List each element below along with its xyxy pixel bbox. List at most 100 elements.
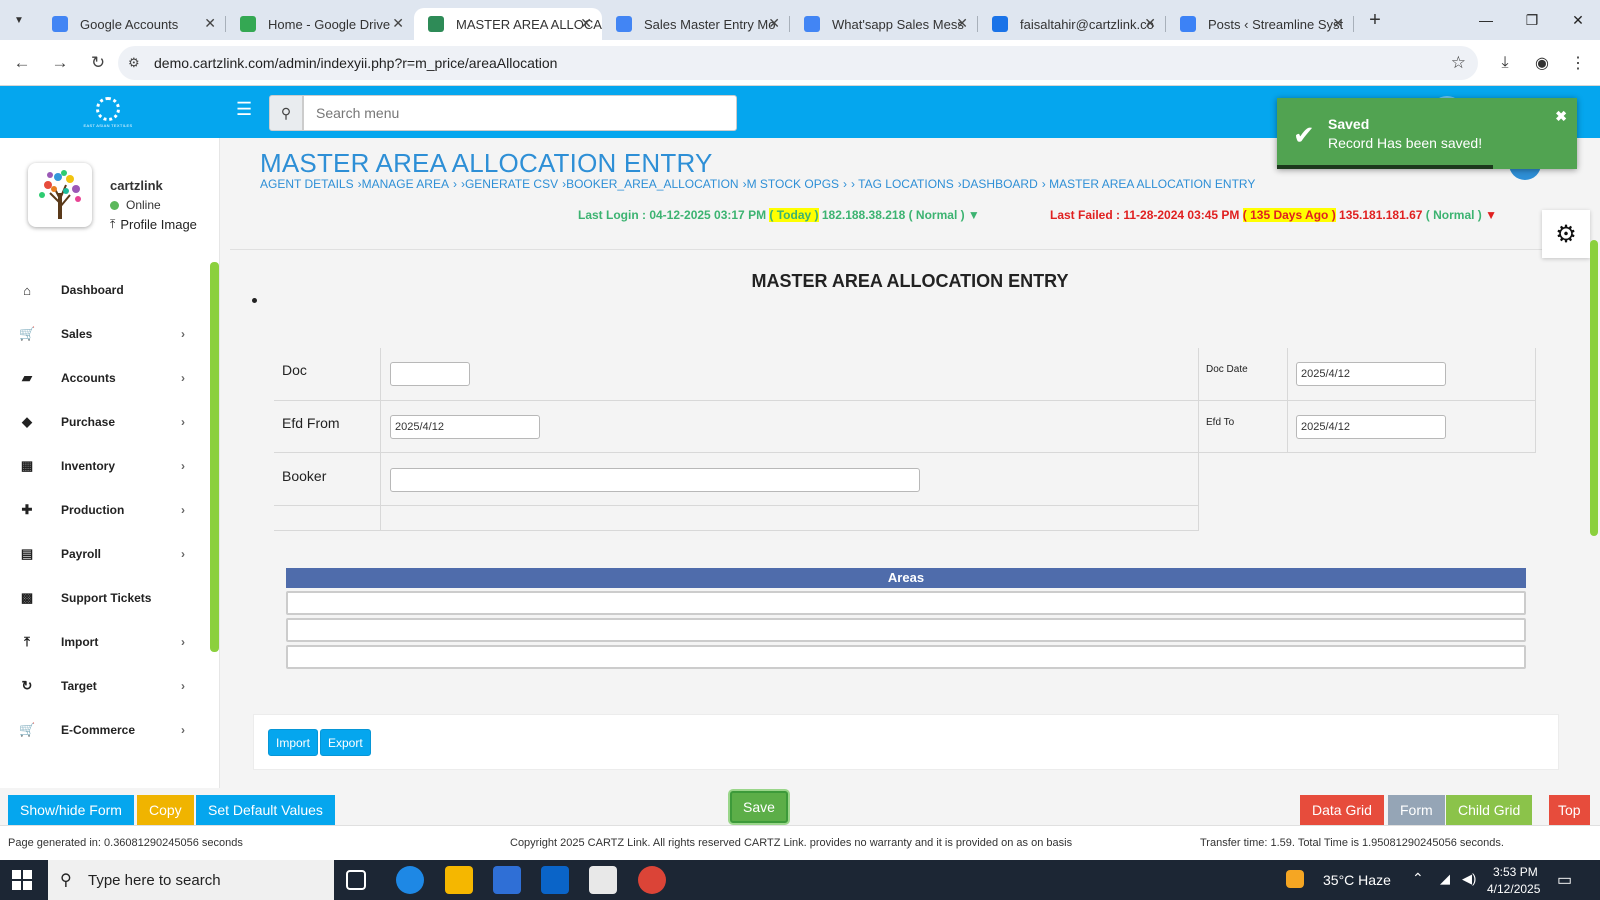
toast-close-icon[interactable]: ✖ — [1555, 108, 1567, 125]
edge-icon[interactable] — [396, 866, 424, 894]
tab-close-icon[interactable]: ✕ — [580, 15, 592, 32]
windows-start-icon[interactable] — [12, 870, 32, 890]
bookmark-star-icon[interactable]: ☆ — [1451, 53, 1466, 73]
breadcrumb-link[interactable]: ›GENERATE CSV — [461, 177, 558, 191]
forward-icon[interactable]: → — [42, 45, 78, 81]
weather-icon[interactable] — [1286, 870, 1304, 888]
profile-icon[interactable]: ◉ — [1525, 46, 1559, 80]
browser-tab[interactable]: Google Accounts ✕ — [38, 8, 226, 40]
page-scrollbar[interactable] — [1590, 240, 1598, 536]
breadcrumb-link[interactable]: ›BOOKER_AREA_ALLOCATION — [562, 177, 739, 191]
sidebar-item-e-commerce[interactable]: 🛒 E-Commerce › — [0, 708, 205, 752]
doc-date-input[interactable] — [1296, 362, 1446, 386]
import-export-panel: Import Export — [253, 714, 1559, 770]
tab-close-icon[interactable]: ✕ — [204, 15, 216, 32]
breadcrumb-link[interactable]: ›M STOCK OPGS — [743, 177, 839, 191]
tab-close-icon[interactable]: ✕ — [1332, 15, 1344, 32]
breadcrumb-link[interactable]: › — [453, 177, 457, 191]
tab-close-icon[interactable]: ✕ — [1144, 15, 1156, 32]
set-default-values-button[interactable]: Set Default Values — [196, 795, 335, 825]
back-icon[interactable]: ← — [4, 45, 40, 81]
sidebar-item-dashboard[interactable]: ⌂ Dashboard — [0, 268, 205, 312]
search-icon: ⚲ — [60, 872, 72, 889]
task-view-icon[interactable] — [346, 870, 366, 890]
sidebar-scrollbar[interactable] — [210, 262, 219, 652]
sidebar-item-accounts[interactable]: ▰ Accounts › — [0, 356, 205, 400]
network-icon[interactable]: ◢ — [1440, 871, 1450, 887]
form-button[interactable]: Form — [1388, 795, 1445, 825]
site-info-icon[interactable]: ⚙ — [128, 55, 140, 71]
show-hide-form-button[interactable]: Show/hide Form — [8, 795, 134, 825]
browser-tab[interactable]: Home - Google Drive ✕ — [226, 8, 414, 40]
top-button[interactable]: Top — [1549, 795, 1590, 825]
sidebar-item-purchase[interactable]: ◆ Purchase › — [0, 400, 205, 444]
company-logo[interactable]: EAST ASIAN TEXTILES — [80, 94, 136, 130]
breadcrumb-link[interactable]: ›MANAGE AREA — [358, 177, 449, 191]
sidebar-item-support-tickets[interactable]: ▩ Support Tickets — [0, 576, 205, 620]
copy-button[interactable]: Copy — [137, 795, 194, 825]
breadcrumb-link[interactable]: AGENT DETAILS — [260, 177, 354, 191]
child-grid-button[interactable]: Child Grid — [1446, 795, 1533, 825]
sidebar-item-payroll[interactable]: ▤ Payroll › — [0, 532, 205, 576]
volume-icon[interactable]: ◀) — [1462, 871, 1476, 887]
settings-gear-icon[interactable]: ⚙ — [1542, 210, 1590, 258]
breadcrumb-link[interactable]: › TAG LOCATIONS — [851, 177, 954, 191]
save-button[interactable]: Save — [730, 791, 788, 823]
sidebar-item-label: Support Tickets — [61, 591, 152, 605]
profile-picture[interactable] — [28, 163, 92, 227]
notification-center-icon[interactable]: ▭ — [1557, 870, 1572, 890]
sidebar-item-sales[interactable]: 🛒 Sales › — [0, 312, 205, 356]
sidebar-item-import[interactable]: ⤒ Import › — [0, 620, 205, 664]
search-menu-input[interactable] — [303, 95, 737, 131]
minimize-icon[interactable]: — — [1463, 0, 1509, 40]
clock-time[interactable]: 3:53 PM — [1493, 865, 1538, 879]
sidebar-item-label: Target — [61, 679, 97, 693]
hamburger-menu-icon[interactable]: ☰ — [236, 99, 252, 120]
browser-tab[interactable]: What'sapp Sales Mess ✕ — [790, 8, 978, 40]
browser-menu-icon[interactable]: ⋮ — [1561, 46, 1595, 80]
browser-tab[interactable]: Posts ‹ Streamline Syst ✕ — [1166, 8, 1354, 40]
breadcrumb-link[interactable]: › — [843, 177, 847, 191]
doc-input[interactable] — [390, 362, 470, 386]
chrome-icon[interactable] — [638, 866, 666, 894]
breadcrumb-link[interactable]: › MASTER AREA ALLOCATION ENTRY — [1042, 177, 1256, 191]
reload-icon[interactable]: ↻ — [80, 45, 116, 81]
saved-toast[interactable]: ✔ Saved Record Has been saved! ✖ — [1277, 98, 1577, 169]
efd-to-input[interactable] — [1296, 415, 1446, 439]
new-tab-button[interactable]: + — [1360, 5, 1390, 35]
booker-input[interactable] — [390, 468, 920, 492]
area-row[interactable] — [286, 645, 1526, 669]
export-button[interactable]: Export — [320, 729, 371, 756]
browser-tab[interactable]: faisaltahir@cartzlink.co ✕ — [978, 8, 1166, 40]
area-row[interactable] — [286, 591, 1526, 615]
tab-close-icon[interactable]: ✕ — [392, 15, 404, 32]
browser-tab[interactable]: Sales Master Entry Mo ✕ — [602, 8, 790, 40]
data-grid-button[interactable]: Data Grid — [1300, 795, 1384, 825]
copyright-text: Copyright 2025 CARTZ Link. All rights re… — [510, 837, 1073, 849]
efd-from-input[interactable] — [390, 415, 540, 439]
tab-close-icon[interactable]: ✕ — [956, 15, 968, 32]
tab-search-icon[interactable]: ▼ — [6, 7, 32, 33]
download-icon[interactable]: ⤓ — [1488, 46, 1522, 80]
close-window-icon[interactable]: ✕ — [1555, 0, 1600, 40]
search-icon[interactable]: ⚲ — [269, 95, 303, 131]
breadcrumb-link[interactable]: ›DASHBOARD — [958, 177, 1038, 191]
weather-text[interactable]: 35°C Haze — [1323, 872, 1391, 888]
sidebar-item-target[interactable]: ↻ Target › — [0, 664, 205, 708]
restore-icon[interactable]: ❐ — [1509, 0, 1555, 40]
sidebar-item-inventory[interactable]: ▦ Inventory › — [0, 444, 205, 488]
tray-chevron-icon[interactable]: ⌃ — [1412, 870, 1424, 887]
store-icon[interactable] — [493, 866, 521, 894]
tab-close-icon[interactable]: ✕ — [768, 15, 780, 32]
taskbar-search[interactable]: ⚲ Type here to search — [48, 860, 334, 900]
url-field[interactable]: ⚙ demo.cartzlink.com/admin/indexyii.php?… — [118, 46, 1478, 80]
import-button[interactable]: Import — [268, 729, 319, 756]
file-explorer-icon[interactable] — [445, 866, 473, 894]
profile-image-link[interactable]: ⤒ Profile Image — [110, 217, 197, 232]
area-row[interactable] — [286, 618, 1526, 642]
browser-tab[interactable]: MASTER AREA ALLOCA ✕ — [414, 8, 602, 40]
vnc-icon[interactable] — [589, 866, 617, 894]
outlook-icon[interactable] — [541, 866, 569, 894]
clock-date[interactable]: 4/12/2025 — [1487, 882, 1540, 896]
sidebar-item-production[interactable]: ✚ Production › — [0, 488, 205, 532]
